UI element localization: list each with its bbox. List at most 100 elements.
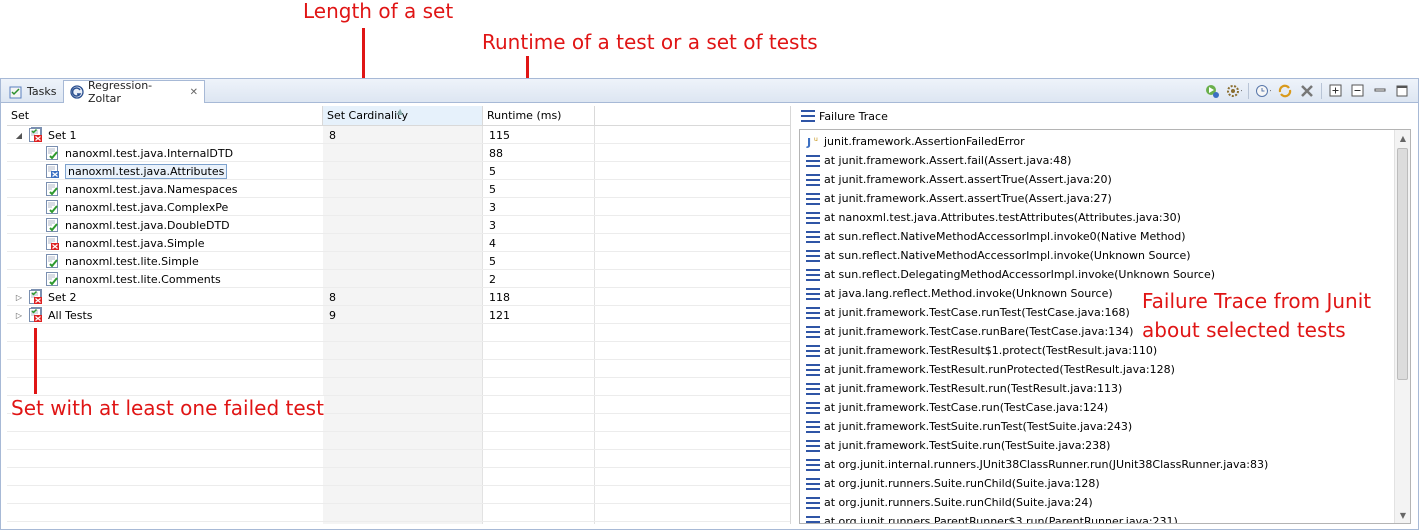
tree-cell-set: nanoxml.test.java.InternalDTD	[45, 144, 233, 162]
tree-row[interactable]: nanoxml.test.lite.Simple 5	[7, 252, 790, 270]
trace-line[interactable]: at junit.framework.TestSuite.run(TestSui…	[806, 436, 1110, 455]
tree-empty-row	[7, 324, 790, 342]
settings-dropdown-icon[interactable]	[1226, 83, 1242, 99]
scroll-up-arrow[interactable]: ▲	[1395, 130, 1410, 146]
trace-line[interactable]: at org.junit.internal.runners.JUnit38Cla…	[806, 455, 1268, 474]
expand-all-icon[interactable]	[1328, 83, 1344, 99]
test-set-failed-icon	[28, 289, 44, 305]
tree-empty-row	[7, 342, 790, 360]
run-icon[interactable]	[1204, 83, 1220, 99]
trace-line[interactable]: at org.junit.runners.ParentRunner$3.run(…	[806, 512, 1178, 523]
tree-row[interactable]: nanoxml.test.java.Simple 4	[7, 234, 790, 252]
tree-collapse-icon[interactable]: ◢	[13, 131, 25, 140]
trace-line[interactable]: at junit.framework.Assert.assertTrue(Ass…	[806, 189, 1112, 208]
trace-line-text: at org.junit.runners.Suite.runChild(Suit…	[824, 477, 1100, 490]
tree-row[interactable]: ◢ Set 1 8 115	[7, 126, 790, 144]
tree-cell-runtime: 88	[489, 146, 503, 160]
stack-frame-icon	[806, 344, 820, 357]
trace-line[interactable]: at org.junit.runners.Suite.runChild(Suit…	[806, 474, 1100, 493]
tab-tasks[interactable]: Tasks	[3, 80, 63, 103]
tree-row[interactable]: nanoxml.test.java.Namespaces 5	[7, 180, 790, 198]
tree-empty-row	[7, 360, 790, 378]
tab-regression-zoltar[interactable]: Regression-Zoltar ✕	[63, 79, 205, 105]
trace-line[interactable]: at sun.reflect.NativeMethodAccessorImpl.…	[806, 227, 1186, 246]
test-fail-icon	[45, 163, 61, 179]
annotation-failure-trace: Failure Trace from Junit about selected …	[1142, 287, 1372, 345]
trace-line[interactable]: at junit.framework.TestCase.runBare(Test…	[806, 322, 1133, 341]
trace-line[interactable]: at junit.framework.TestResult.runProtect…	[806, 360, 1175, 379]
history-dropdown-icon[interactable]	[1255, 83, 1271, 99]
tree-empty-row	[7, 468, 790, 486]
tree-cell-set: nanoxml.test.java.ComplexPe	[45, 198, 228, 216]
trace-line[interactable]: at junit.framework.TestCase.run(TestCase…	[806, 398, 1108, 417]
test-pass-icon	[45, 199, 61, 215]
trace-line[interactable]: at sun.reflect.NativeMethodAccessorImpl.…	[806, 246, 1191, 265]
trace-line[interactable]: at sun.reflect.DelegatingMethodAccessorI…	[806, 265, 1215, 284]
tree-expand-icon[interactable]: ▷	[13, 293, 25, 302]
tree-row[interactable]: nanoxml.test.java.DoubleDTD 3	[7, 216, 790, 234]
tree-row-label: nanoxml.test.lite.Comments	[65, 272, 221, 286]
trace-line[interactable]: at junit.framework.Assert.fail(Assert.ja…	[806, 151, 1071, 170]
svg-text:J: J	[806, 136, 811, 149]
toolbar-separator	[1248, 83, 1249, 99]
trace-line[interactable]: at org.junit.runners.Suite.runChild(Suit…	[806, 493, 1093, 512]
column-header-set[interactable]: Set	[7, 106, 323, 126]
tree-row-label: nanoxml.test.lite.Simple	[65, 254, 199, 268]
column-header-runtime[interactable]: Runtime (ms)	[483, 106, 595, 126]
trace-line[interactable]: at junit.framework.TestResult.run(TestRe…	[806, 379, 1122, 398]
scroll-down-arrow[interactable]: ▼	[1395, 507, 1410, 523]
annotation-length-of-set: Length of a set	[303, 0, 454, 23]
test-pass-icon	[45, 271, 61, 287]
stack-frame-icon	[806, 154, 820, 167]
trace-line[interactable]: at junit.framework.Assert.assertTrue(Ass…	[806, 170, 1112, 189]
tree-cell-runtime: 118	[489, 290, 510, 304]
tree-row[interactable]: ▷ All Tests 9 121	[7, 306, 790, 324]
remove-icon[interactable]	[1299, 83, 1315, 99]
test-set-failed-icon	[28, 127, 44, 143]
stack-frame-icon	[806, 401, 820, 414]
trace-line[interactable]: at junit.framework.TestSuite.runTest(Tes…	[806, 417, 1132, 436]
minimize-icon[interactable]	[1372, 83, 1388, 99]
tree-row[interactable]: nanoxml.test.java.InternalDTD 88	[7, 144, 790, 162]
trace-line[interactable]: at junit.framework.TestResult$1.protect(…	[806, 341, 1157, 360]
rerun-icon[interactable]	[1277, 83, 1293, 99]
tab-tasks-label: Tasks	[27, 85, 57, 98]
tab-regression-zoltar-label: Regression-Zoltar	[88, 79, 153, 105]
tree-row[interactable]: nanoxml.test.java.ComplexPe 3	[7, 198, 790, 216]
column-header-runtime-label: Runtime (ms)	[487, 109, 562, 122]
maximize-icon[interactable]	[1394, 83, 1410, 99]
toolbar-separator	[1321, 83, 1322, 99]
tree-row-label: nanoxml.test.java.Namespaces	[65, 182, 238, 196]
tree-row[interactable]: nanoxml.test.lite.Comments 2	[7, 270, 790, 288]
tree-row-label: nanoxml.test.java.ComplexPe	[65, 200, 229, 214]
close-icon[interactable]: ✕	[190, 87, 198, 98]
column-header-cardinality[interactable]: Set Cardinality ▲	[323, 106, 483, 126]
trace-line[interactable]: at java.lang.reflect.Method.invoke(Unkno…	[806, 284, 1113, 303]
collapse-all-icon[interactable]	[1350, 83, 1366, 99]
stack-frame-icon	[806, 325, 820, 338]
trace-line-text: at junit.framework.TestResult.run(TestRe…	[824, 382, 1123, 395]
tree-row[interactable]: ▷ Set 2 8 118	[7, 288, 790, 306]
stack-frame-icon	[806, 173, 820, 186]
tree-cell-runtime: 3	[489, 218, 496, 232]
trace-line[interactable]: at junit.framework.TestCase.runTest(Test…	[806, 303, 1130, 322]
tree-empty-row	[7, 378, 790, 396]
tree-cell-cardinality: 8	[329, 290, 336, 304]
tree-cell-runtime: 5	[489, 182, 496, 196]
trace-line-text: at java.lang.reflect.Method.invoke(Unkno…	[824, 287, 1113, 300]
junit-exception-icon: Ju	[806, 134, 820, 150]
trace-line[interactable]: Ju junit.framework.AssertionFailedError	[806, 132, 1025, 151]
scrollbar-thumb[interactable]	[1397, 148, 1408, 380]
trace-line-text: junit.framework.AssertionFailedError	[824, 135, 1025, 148]
vertical-scrollbar[interactable]: ▲ ▼	[1394, 130, 1410, 523]
stack-frame-icon	[806, 230, 820, 243]
tree-cell-set: nanoxml.test.java.DoubleDTD	[45, 216, 230, 234]
tree-expand-icon[interactable]: ▷	[13, 311, 25, 320]
trace-line[interactable]: at nanoxml.test.java.Attributes.testAttr…	[806, 208, 1181, 227]
svg-text:u: u	[814, 136, 818, 143]
tree-cell-set: nanoxml.test.java.Attributes	[45, 162, 228, 180]
tree-cell-set: nanoxml.test.java.Simple	[45, 234, 205, 252]
test-set-failed-icon	[28, 307, 44, 323]
trace-line-text: at sun.reflect.NativeMethodAccessorImpl.…	[824, 230, 1186, 243]
tree-row[interactable]: nanoxml.test.java.Attributes 5	[7, 162, 790, 180]
